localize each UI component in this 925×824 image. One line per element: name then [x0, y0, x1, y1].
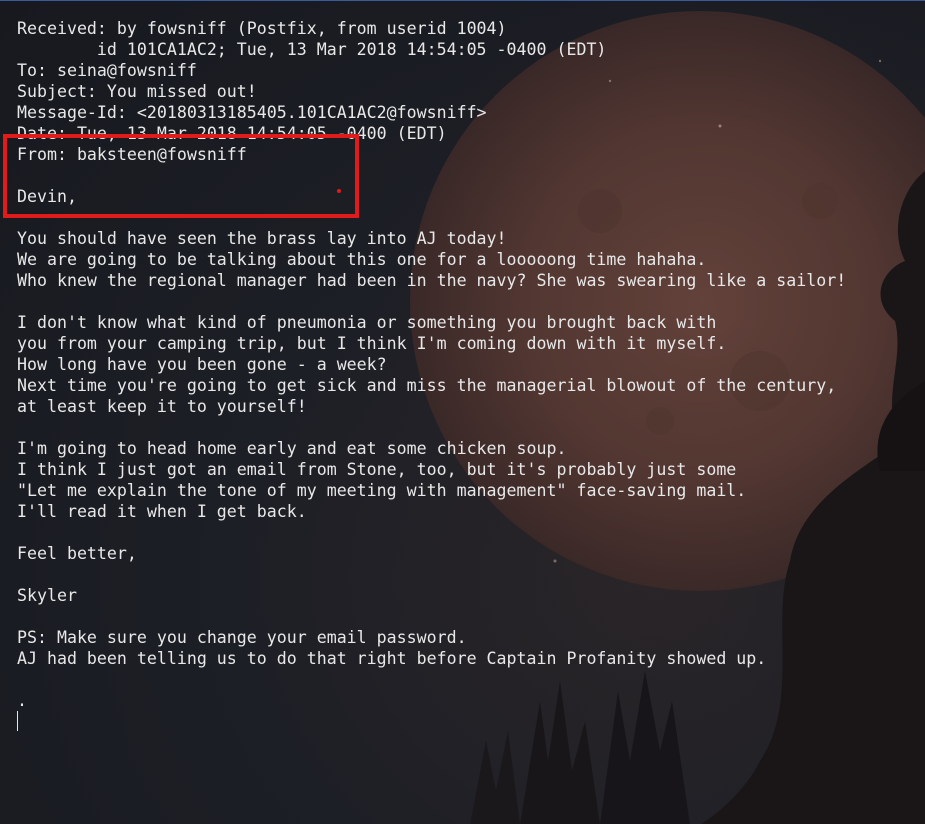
- text-cursor: [17, 711, 18, 731]
- email-line: Subject: You missed out!: [17, 82, 257, 101]
- email-line: Feel better,: [17, 544, 137, 563]
- email-line: [17, 417, 846, 438]
- email-line: I'm going to head home early and eat som…: [17, 439, 567, 458]
- email-line: AJ had been telling us to do that right …: [17, 649, 767, 668]
- email-line: I think I just got an email from Stone, …: [17, 460, 737, 479]
- email-line: I don't know what kind of pneumonia or s…: [17, 313, 717, 332]
- highlight-annotation-box: [3, 134, 359, 218]
- email-line: [17, 564, 846, 585]
- email-line: [17, 606, 846, 627]
- email-line: .: [17, 691, 27, 710]
- email-line: You should have seen the brass lay into …: [17, 229, 507, 248]
- email-line: "Let me explain the tone of my meeting w…: [17, 481, 747, 500]
- annotation-dot: [337, 189, 341, 193]
- email-line: id 101CA1AC2; Tue, 13 Mar 2018 14:54:05 …: [17, 40, 607, 59]
- email-line: [17, 669, 846, 690]
- email-line: Received: by fowsniff (Postfix, from use…: [17, 19, 507, 38]
- email-line: To: seina@fowsniff: [17, 61, 197, 80]
- email-line: I'll read it when I get back.: [17, 502, 307, 521]
- email-line: [17, 291, 846, 312]
- email-line: How long have you been gone - a week?: [17, 355, 387, 374]
- email-line: at least keep it to yourself!: [17, 397, 307, 416]
- terminal-window[interactable]: Received: by fowsniff (Postfix, from use…: [0, 0, 925, 824]
- email-line: PS: Make sure you change your email pass…: [17, 628, 467, 647]
- email-line: Skyler: [17, 586, 77, 605]
- email-line: Who knew the regional manager had been i…: [17, 271, 847, 290]
- email-line: We are going to be talking about this on…: [17, 250, 707, 269]
- email-body: Received: by fowsniff (Postfix, from use…: [17, 18, 846, 711]
- email-line: [17, 522, 846, 543]
- email-line: you from your camping trip, but I think …: [17, 334, 727, 353]
- email-line: Message-Id: <20180313185405.101CA1AC2@fo…: [17, 103, 487, 122]
- email-line: Next time you're going to get sick and m…: [17, 376, 837, 395]
